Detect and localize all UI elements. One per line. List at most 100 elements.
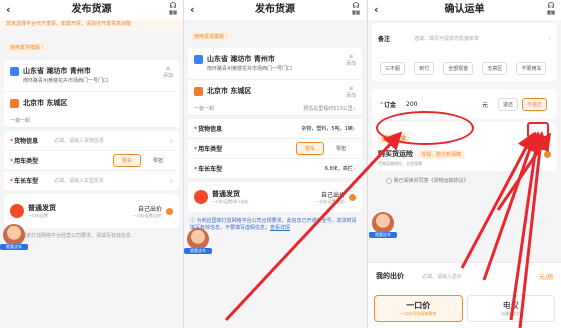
drive-section[interactable]: 一装一卸 预估总里程约513公里 › (188, 102, 362, 116)
avatar[interactable]: 就要这车 (184, 228, 212, 254)
insurance-title: 购买货运险 (378, 150, 413, 158)
vehicle-full-option[interactable]: 整车 (295, 142, 324, 155)
ship-type-card: 普通发货 一口价运费/车+议价 自己出价 一口价运费/议价 (188, 182, 362, 212)
back-icon[interactable]: ‹ (6, 0, 11, 20)
required-mark: * (380, 100, 383, 108)
add-stop-button[interactable]: ⊕ 添加 (345, 54, 357, 67)
template-link[interactable]: 使用发货模版 › (6, 43, 48, 52)
pill-option[interactable]: 到付 (414, 62, 435, 75)
insurance-row[interactable]: 购买货运险 省钱，赔付有保障 (378, 149, 551, 159)
to-address[interactable]: 北京市 东城区 (4, 91, 179, 114)
deposit-input[interactable]: 200 (400, 101, 482, 108)
panel-confirm-order: ‹ 确认运单 ☊ 客服 备注 选填，填写可提高司机接单率 › 三不超 到付 全部现… (367, 0, 561, 328)
vehicle-type-row: *用车类型 整车 零担 (4, 151, 179, 171)
details-link[interactable]: 查看详情 (270, 225, 290, 231)
drive-section-label: 一装一卸 (194, 106, 215, 112)
vehicle-partial-option[interactable]: 零担 (327, 143, 354, 154)
bid-label[interactable]: 自己出价 (133, 204, 162, 213)
add-stop-button[interactable]: ⊕ 添加 (345, 86, 357, 99)
footer-note: ⓘ 为响应国家打造网络平台公司合规要求，此信息已开通安全号，发货时请填写有效信息… (184, 215, 366, 235)
to-city: 北京市 东城区 (207, 87, 252, 95)
length-value: 6.8米，高栏 (324, 166, 353, 172)
info-icon: ⓘ (190, 218, 197, 224)
required-mark: * (10, 138, 14, 145)
header: ‹ 发布货源 ☊ 客服 (184, 0, 366, 20)
annotation-box (527, 122, 549, 138)
footer-note: 为响应国家打造网络平台经营公司要求，请填写有效信息 (6, 233, 132, 239)
annotation-ellipse (376, 111, 474, 145)
length-label: 车长车型 (198, 166, 223, 173)
agreement-checkbox[interactable] (386, 177, 392, 184)
ship-type[interactable]: 普通发货 (28, 203, 133, 213)
avatar[interactable]: 就要这车 (369, 212, 397, 238)
drive-section-label: 一装一卸 (10, 118, 31, 124)
to-city: 北京市 东城区 (23, 99, 68, 107)
from-address[interactable]: 山东省 潍坊市 青州市 南环路青州黄楼花卉市场西门一号门口 ⊕ 添加 (4, 60, 179, 91)
back-icon[interactable]: ‹ (374, 0, 379, 20)
to-address[interactable]: 北京市 东城区 ⊕ 添加 (188, 79, 362, 102)
add-stop-button[interactable]: ⊕ 添加 (162, 66, 174, 79)
from-address[interactable]: 山东省 潍坊市 青州市 南环路青州黄楼花卉市场西门一号门口 ⊕ 添加 (188, 48, 362, 79)
customer-service-icon[interactable]: ☊ 客服 (350, 2, 362, 16)
template-row[interactable]: 使用发货模版 › (184, 20, 366, 45)
drive-section[interactable]: 一装一卸 (4, 114, 179, 128)
pickup-icon (10, 67, 19, 76)
remark-row[interactable]: 备注 选填，填写可提高司机接单率 › (378, 29, 551, 47)
template-row[interactable]: 使用发货模版 › (0, 30, 183, 57)
length-row[interactable]: *车长车型 必填，请输入车型车长 › (4, 171, 179, 191)
page-title: 发布货源 (255, 4, 295, 15)
required-mark: * (194, 166, 198, 173)
checked-icon[interactable] (166, 207, 173, 215)
header: ‹ 发布货源 ☊ 客服 (0, 0, 183, 20)
refund-option[interactable]: 退还 (497, 97, 518, 111)
one-price-sub: 一口价司机接单更快 (400, 311, 437, 316)
cargo-row[interactable]: *货物信息 必填，请输入货物信息 › (4, 131, 179, 151)
agreement[interactable]: 我已阅读并同意《货物运输协议》 (368, 174, 561, 187)
remark-card: 备注 选填，填写可提高司机接单率 › 三不超 到付 全部现金 无禁区 不限用车 (372, 23, 557, 81)
pill-option[interactable]: 三不超 (380, 62, 406, 75)
avatar[interactable]: 就要这车 (0, 224, 28, 250)
ship-sub: 一口价运费/车+议价 (212, 199, 249, 204)
insurance-tag: 省钱，赔付有保障 (417, 149, 466, 159)
chevron-right-icon: › (352, 124, 356, 133)
pill-option[interactable]: 无禁区 (482, 62, 508, 75)
one-price-label: 一口价 (406, 301, 431, 310)
cargo-card: *货物信息 必填，请输入货物信息 › *用车类型 整车 零担 *车长车型 必填，请… (4, 131, 179, 191)
cargo-value: 杂物，塑料，5吨，1辆 (301, 126, 353, 132)
my-bid-row[interactable]: 我的出价 必填，请输入总价 元/趟 (368, 263, 561, 289)
bid-label[interactable]: 自己出价 (316, 190, 345, 199)
template-link[interactable]: 使用发货模版 › (190, 32, 232, 41)
vehicle-type-label: 用车类型 (198, 146, 223, 153)
length-placeholder: 必填，请输入车型车长 (54, 178, 105, 184)
page-title: 确认运单 (444, 4, 485, 15)
cargo-row[interactable]: *货物信息 杂物，塑料，5吨，1辆 › (188, 119, 362, 139)
checked-icon[interactable] (349, 193, 356, 201)
pill-option[interactable]: 不限用车 (516, 62, 547, 75)
bid-sub: 一口价运费/议价 (315, 198, 345, 204)
ship-sub: 一口价运费 (28, 213, 48, 218)
checked-icon[interactable] (544, 150, 551, 158)
vehicle-full-option[interactable]: 整车 (112, 154, 141, 167)
back-icon[interactable]: ‹ (190, 0, 195, 20)
customer-service-icon[interactable]: ☊ 客服 (545, 2, 557, 16)
customer-service-icon[interactable]: ☊ 客服 (167, 2, 179, 16)
from-city: 山东省 潍坊市 青州市 (23, 67, 91, 75)
header: ‹ 确认运单 ☊ 客服 (368, 0, 561, 20)
ship-icon (194, 190, 208, 204)
length-label: 车长车型 (14, 178, 39, 185)
ship-type[interactable]: 普通发货 (212, 189, 316, 199)
chevron-right-icon: › (352, 164, 356, 173)
ship-icon (10, 204, 24, 218)
from-detail: 南环路青州黄楼花卉市场西门一号门口 (23, 78, 109, 84)
avatar-label: 就要这车 (184, 248, 212, 254)
vehicle-partial-option[interactable]: 零担 (144, 155, 171, 166)
negotiate-option[interactable]: 电议 沟通后定价 (466, 295, 555, 322)
negotiate-label: 电议 (502, 301, 519, 310)
cargo-placeholder: 必填，请输入货物信息 (54, 138, 105, 144)
pill-option[interactable]: 全部现金 (443, 62, 474, 75)
one-price-option[interactable]: 一口价 一口价司机接单更快 (374, 295, 463, 322)
bid-input[interactable]: 必填，请输入总价 (422, 273, 539, 280)
length-row[interactable]: *车长车型 6.8米，高栏 › (188, 159, 362, 179)
no-refund-option[interactable]: 不退还 (521, 97, 547, 111)
invoice-banner: 您未选择平台代开发票，如需开票，请前往开发票高功能 (0, 20, 183, 30)
